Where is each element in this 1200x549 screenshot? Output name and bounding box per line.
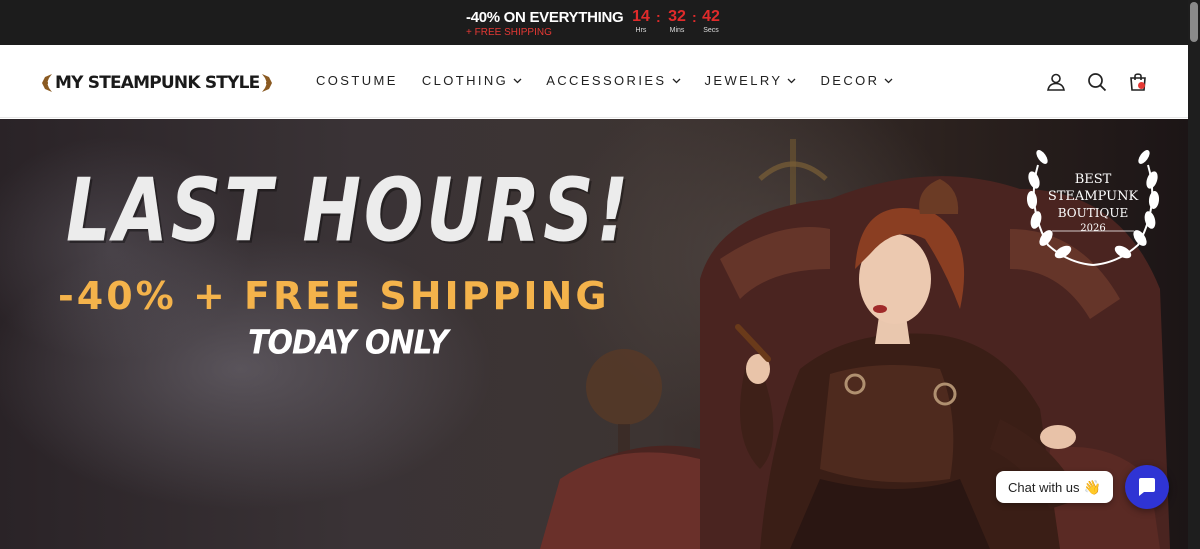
search-icon[interactable] — [1086, 71, 1108, 93]
countdown-separator: : — [656, 9, 661, 25]
badge-line2: STEAMPUNK — [1047, 189, 1139, 204]
logo-text: MY STEAMPUNK STYLE — [55, 73, 260, 93]
logo-gear-left-icon — [42, 74, 52, 92]
nav-jewelry-label: JEWELRY — [704, 73, 783, 88]
countdown-seconds-label: Secs — [703, 27, 719, 34]
announcement-bar: -40% ON EVERYTHING + FREE SHIPPING 14 Hr… — [0, 0, 1188, 45]
cart-count-dot — [1138, 82, 1145, 89]
countdown-minutes: 32 Mins — [662, 8, 692, 36]
chevron-down-icon — [672, 78, 680, 83]
main-nav: COSTUME CLOTHING ACCESSORIES JEWELRY DEC… — [316, 73, 917, 88]
nav-decor[interactable]: DECOR — [820, 73, 893, 88]
badge-line1: BEST — [1074, 172, 1112, 187]
chat-icon — [1139, 478, 1155, 496]
chat-prompt-label: Chat with us — [1008, 479, 1080, 495]
chevron-down-icon — [884, 78, 893, 83]
badge-line3: BOUTIQUE — [1057, 206, 1129, 220]
countdown-seconds: 42 Secs — [696, 8, 726, 36]
nav-costume-label: COSTUME — [316, 73, 398, 88]
chevron-down-icon — [788, 78, 796, 83]
cart-icon[interactable] — [1127, 71, 1149, 93]
nav-decor-label: DECOR — [820, 73, 880, 88]
hero-tagline: TODAY ONLY — [248, 324, 449, 363]
best-boutique-badge: BEST STEAMPUNK BOUTIQUE 2026 — [1018, 145, 1168, 270]
logo-gear-right-icon — [262, 74, 273, 92]
page-scrollbar[interactable] — [1188, 0, 1200, 549]
countdown-seconds-value: 42 — [702, 8, 720, 25]
countdown-hours: 14 Hrs — [626, 8, 656, 36]
chat-launcher-button[interactable] — [1125, 465, 1169, 509]
nav-costume[interactable]: COSTUME — [316, 73, 398, 88]
chat-prompt-bubble[interactable]: Chat with us 👋 — [996, 471, 1113, 503]
hero-subtitle: -40% + FREE SHIPPING — [58, 274, 610, 318]
announcement-headline: -40% ON EVERYTHING — [466, 9, 624, 26]
site-header: MY STEAMPUNK STYLE COSTUME CLOTHING ACCE… — [0, 45, 1188, 118]
nav-accessories-label: ACCESSORIES — [546, 73, 667, 88]
nav-clothing[interactable]: CLOTHING — [422, 73, 522, 88]
scrollbar-thumb[interactable] — [1190, 2, 1198, 42]
wave-icon: 👋 — [1083, 478, 1101, 495]
countdown-hours-value: 14 — [632, 8, 650, 25]
badge-year: 2026 — [1080, 223, 1106, 234]
countdown-minutes-label: Mins — [669, 27, 685, 34]
countdown-minutes-value: 32 — [668, 8, 686, 25]
countdown-hours-label: Hrs — [635, 27, 647, 34]
chevron-down-icon — [513, 78, 522, 83]
announcement-subline: + FREE SHIPPING — [466, 27, 552, 38]
hero-title: LAST HOURS! — [66, 159, 632, 262]
account-icon[interactable] — [1045, 71, 1067, 93]
site-logo[interactable]: MY STEAMPUNK STYLE — [40, 69, 274, 97]
nav-accessories[interactable]: ACCESSORIES — [546, 73, 680, 88]
nav-jewelry[interactable]: JEWELRY — [705, 73, 797, 88]
nav-clothing-label: CLOTHING — [421, 73, 509, 88]
